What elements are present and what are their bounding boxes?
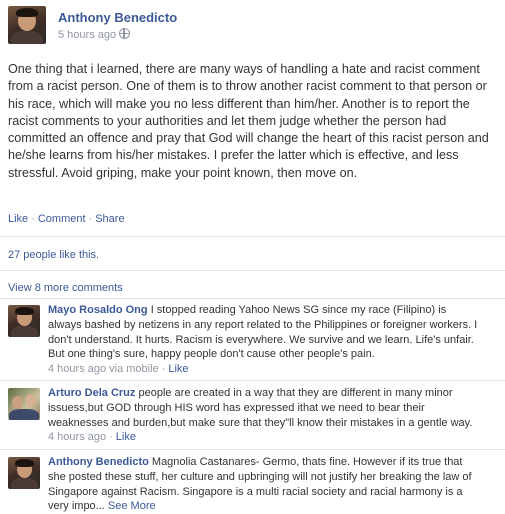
- comment-content: Mayo Rosaldo Ong I stopped reading Yahoo…: [48, 303, 478, 377]
- divider: [0, 236, 505, 237]
- action-separator: ·: [31, 213, 35, 225]
- action-separator: ·: [88, 213, 93, 225]
- commenter-avatar[interactable]: [8, 457, 40, 489]
- post-body: One thing that i learned, there are many…: [8, 62, 489, 180]
- divider: [0, 270, 505, 271]
- likes-count[interactable]: 27 people like this.: [8, 249, 99, 261]
- post-actions: Like · Comment · Share: [8, 213, 125, 225]
- author-avatar[interactable]: [8, 6, 46, 44]
- comment-like-link[interactable]: Like: [116, 431, 136, 443]
- post-timestamp[interactable]: 5 hours ago: [58, 28, 131, 41]
- share-link[interactable]: Share: [95, 213, 124, 225]
- like-link[interactable]: Like: [8, 213, 28, 225]
- divider: [0, 298, 505, 299]
- post-time-text[interactable]: 5 hours ago: [58, 29, 116, 41]
- comment-meta: 4 hours ago via mobile · Like: [48, 362, 478, 377]
- divider: [0, 380, 505, 381]
- comment-like-link[interactable]: Like: [168, 363, 188, 375]
- post-header: Anthony Benedicto 5 hours ago: [8, 6, 498, 46]
- comment-time[interactable]: 4 hours ago via mobile: [48, 363, 159, 375]
- commenter-avatar[interactable]: [8, 305, 40, 337]
- comment-item: Arturo Dela Cruz people are created in a…: [8, 386, 498, 445]
- post-author-name[interactable]: Anthony Benedicto: [58, 10, 177, 25]
- comment-content: Anthony Benedicto Magnolia Castanares- G…: [48, 455, 478, 514]
- comment-item: Anthony Benedicto Magnolia Castanares- G…: [8, 456, 498, 512]
- see-more-link[interactable]: See More: [108, 500, 156, 512]
- globe-icon: [119, 28, 131, 39]
- comment-link[interactable]: Comment: [38, 213, 86, 225]
- commenter-name[interactable]: Mayo Rosaldo Ong: [48, 304, 148, 316]
- commenter-name[interactable]: Arturo Dela Cruz: [48, 387, 135, 399]
- divider: [0, 449, 505, 450]
- commenter-avatar[interactable]: [8, 388, 40, 420]
- commenter-name[interactable]: Anthony Benedicto: [48, 456, 149, 468]
- comment-time[interactable]: 4 hours ago: [48, 431, 106, 443]
- view-more-comments-link[interactable]: View 8 more comments: [8, 282, 123, 294]
- comment-meta: 4 hours ago · Like: [48, 430, 478, 445]
- comment-item: Mayo Rosaldo Ong I stopped reading Yahoo…: [8, 303, 498, 377]
- meta-separator: ·: [109, 431, 113, 444]
- comment-content: Arturo Dela Cruz people are created in a…: [48, 386, 478, 445]
- meta-separator: ·: [161, 363, 166, 376]
